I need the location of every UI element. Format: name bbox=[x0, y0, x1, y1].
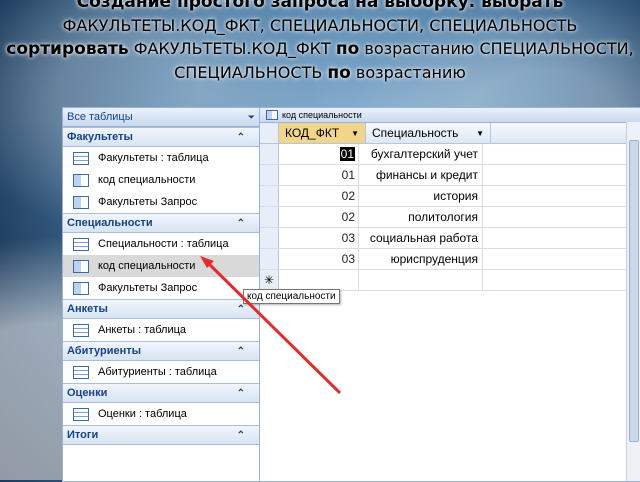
red-arrow-annotation bbox=[200, 256, 342, 395]
